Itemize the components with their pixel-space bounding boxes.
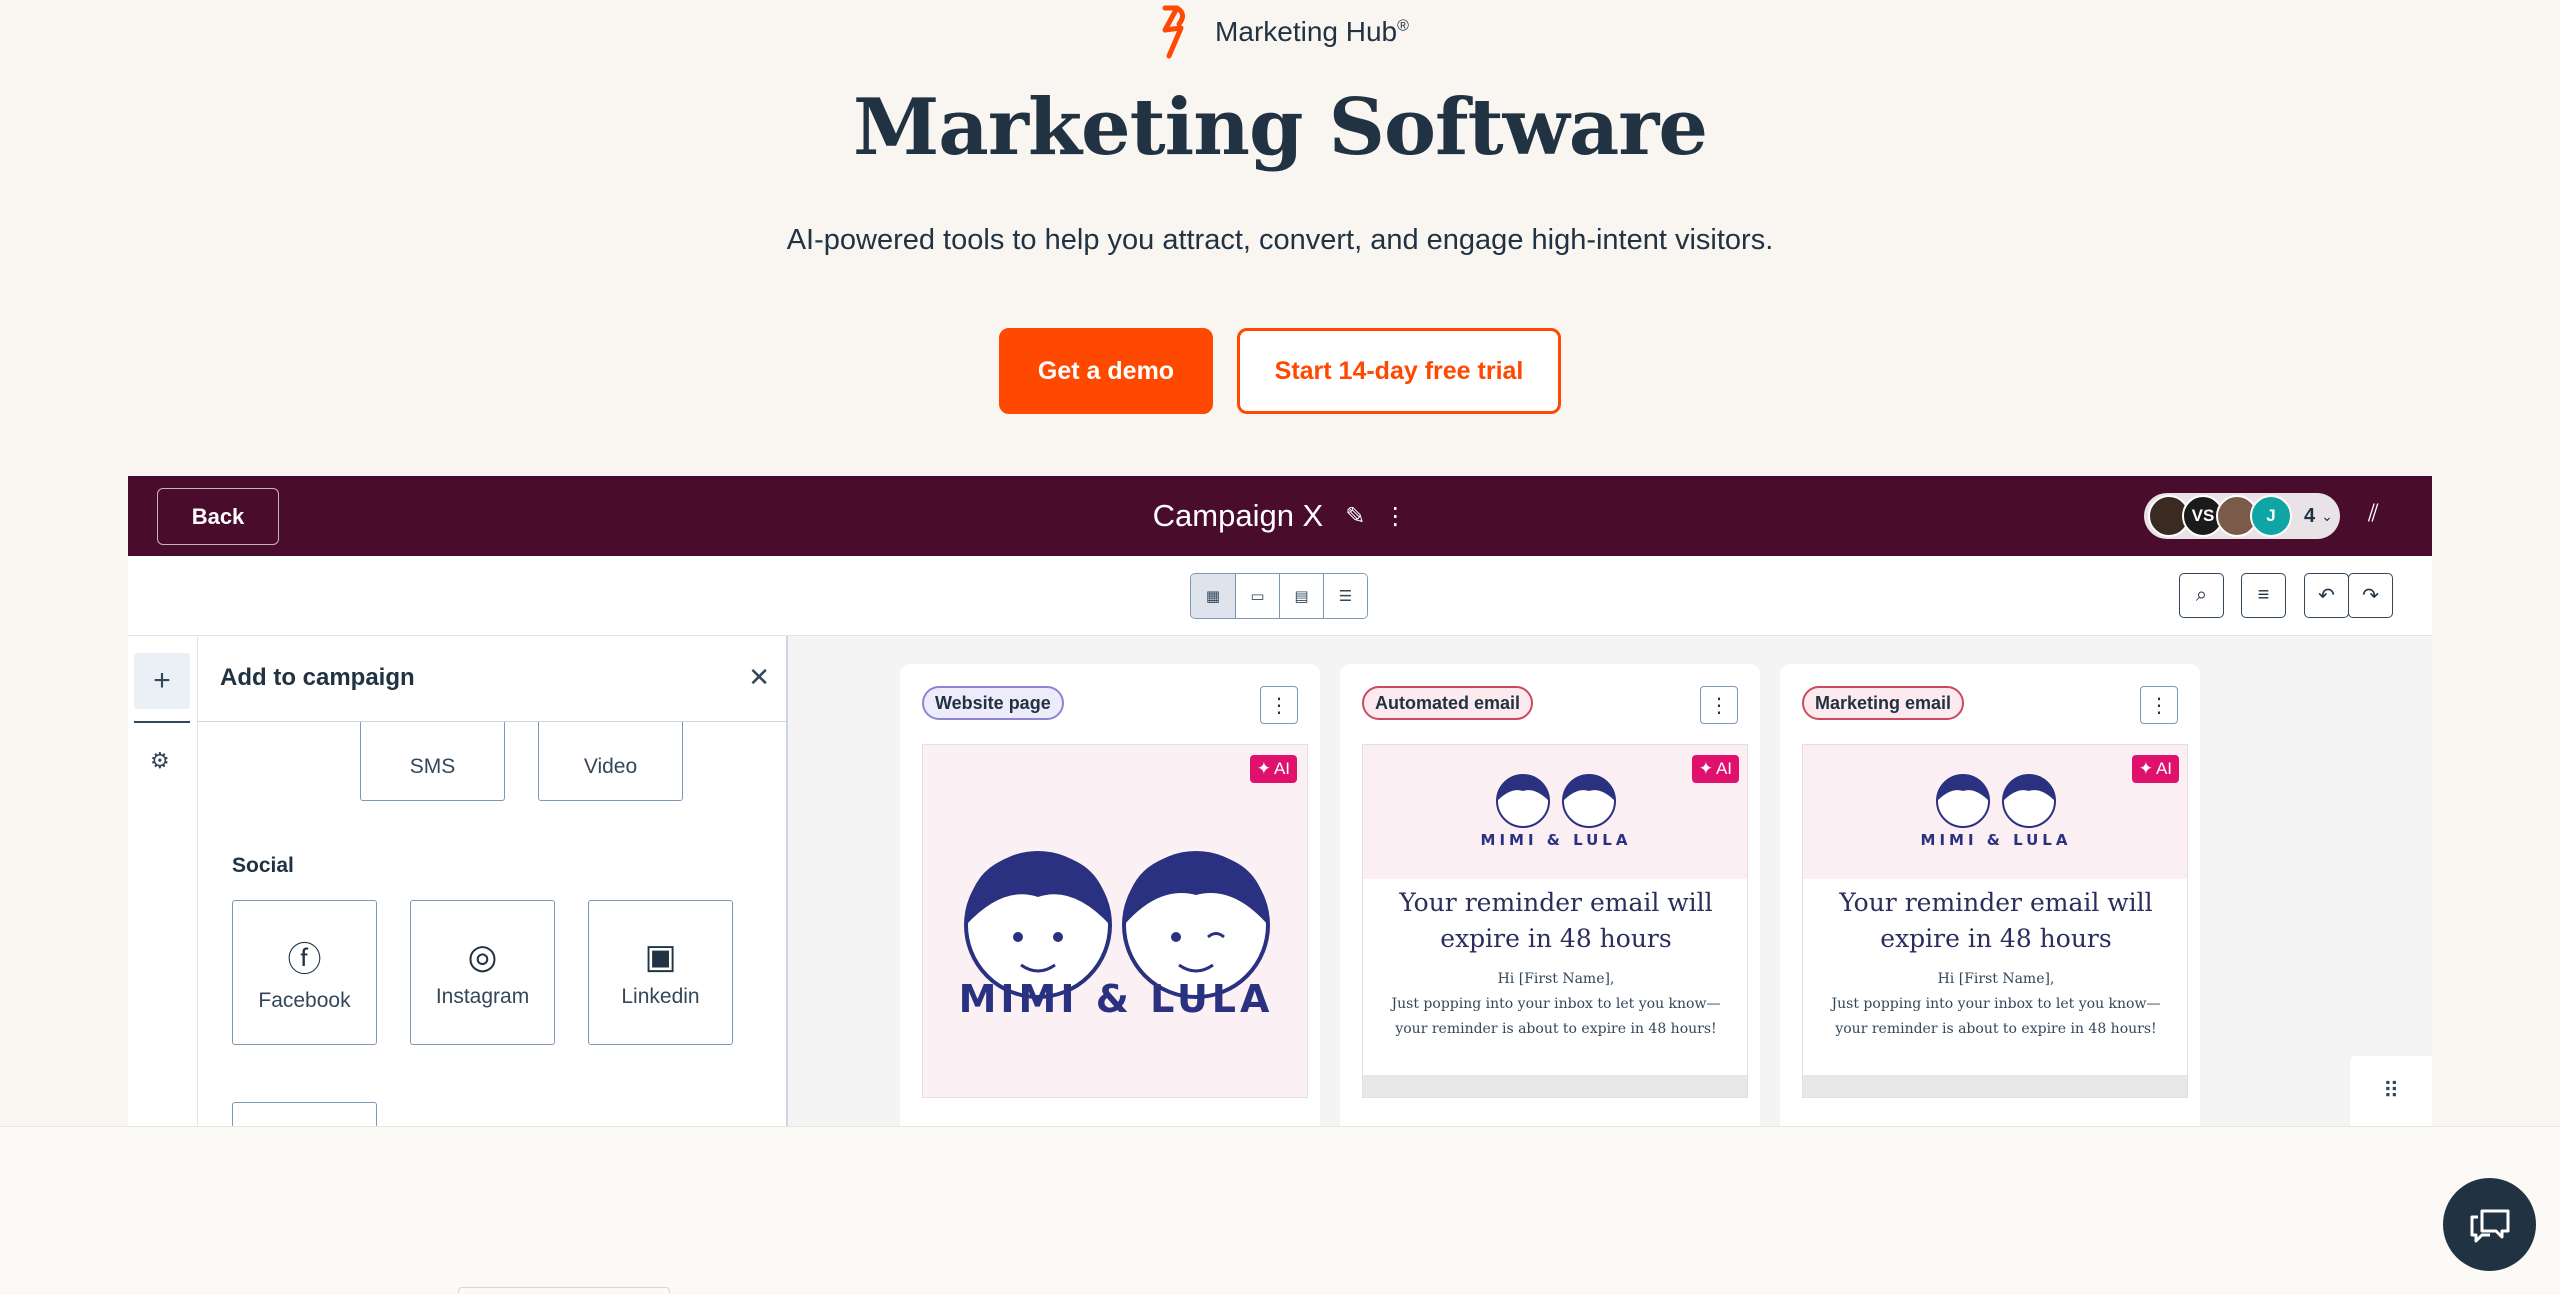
grid-view-icon[interactable]: ▦ (1191, 574, 1235, 618)
more-vertical-icon[interactable]: ⋮ (1700, 686, 1738, 724)
tile-label: Video (583, 755, 638, 778)
campaign-title: Campaign X (1152, 498, 1324, 533)
email-paragraph: Just popping into your inbox to let you … (1391, 996, 1721, 1037)
asset-thumbnail: MIMI & LULA ✦ AI (922, 744, 1308, 1098)
drag-handle-icon[interactable]: ⠿ (2350, 1056, 2432, 1126)
asset-thumbnail: MIMI & LULA ✦ AI Your reminder email will… (1362, 744, 1748, 1098)
email-header: MIMI & LULA ✦ AI (1363, 745, 1747, 879)
tile-facebook[interactable]: ⓕ Facebook (232, 900, 377, 1045)
ai-badge: ✦ AI (1249, 755, 1297, 783)
brand-header: Marketing Hub® (0, 0, 2560, 64)
email-heading: Your reminder email will expire in 48 ho… (1839, 888, 2153, 953)
asset-type-badge: Website page (922, 686, 1064, 720)
tile-label: SMS (409, 755, 456, 778)
filter-icon[interactable]: ≡ (2241, 573, 2286, 618)
tile-label: Facebook (258, 989, 351, 1012)
email-footer (1363, 1075, 1747, 1097)
toolbar: ▦ ▭ ▤ ☰ ⌕ ≡ ↶ ↷ (128, 556, 2432, 636)
panel-header: Add to campaign ✕ (198, 636, 786, 722)
email-heading: Your reminder email will expire in 48 ho… (1399, 888, 1713, 953)
asset-type-badge: Automated email (1362, 686, 1534, 720)
asset-card-website-page[interactable]: Website page ⋮ MIMI & LULA ✦ AI (900, 664, 1320, 1126)
chat-launcher-button[interactable] (2443, 1178, 2536, 1271)
next-section-tab (458, 1287, 670, 1293)
tile-more[interactable] (232, 1102, 377, 1126)
sparkle-icon: ✦ (1698, 759, 1713, 778)
campaign-title-bar: Campaign X ✎ ⋮ (128, 476, 2432, 556)
social-section-label: Social (232, 854, 294, 877)
sparkle-icon: ✦ (1256, 759, 1271, 778)
tile-label: Linkedin (621, 984, 700, 1008)
start-free-trial-button[interactable]: Start 14-day free trial (1237, 328, 1561, 414)
get-demo-button[interactable]: Get a demo (999, 328, 1213, 414)
back-button[interactable]: Back (157, 488, 279, 545)
collaborators-menu[interactable]: VS J 4 ⌄ (2144, 493, 2340, 539)
panel-title: Add to campaign (220, 664, 415, 691)
tile-linkedin[interactable]: ▣ Linkedin (588, 900, 733, 1045)
list-view-icon[interactable]: ☰ (1323, 574, 1367, 618)
email-greeting: Hi [First Name], (1497, 971, 1615, 987)
email-header: MIMI & LULA ✦ AI (1803, 745, 2187, 879)
calendar-view-icon[interactable]: ▭ (1235, 574, 1279, 618)
close-icon[interactable]: ✕ (748, 662, 770, 693)
brand-name: Marketing Hub® (1215, 16, 1409, 47)
brand-logo-text: MIMI & LULA (1480, 831, 1632, 849)
linkedin-icon: ▣ (644, 937, 677, 976)
email-paragraph: Just popping into your inbox to let you … (1831, 996, 2161, 1037)
asset-type-badge: Marketing email (1802, 686, 1965, 720)
pencil-icon[interactable]: ✎ (1345, 502, 1365, 531)
sparkle-icon: ✦ (2138, 759, 2153, 778)
email-body: Your reminder email will expire in 48 ho… (1803, 879, 2187, 1097)
view-switcher: ▦ ▭ ▤ ☰ (1190, 573, 1368, 619)
asset-card-marketing-email[interactable]: Marketing email ⋮ MIMI & LULA ✦ AI Your r… (1780, 664, 2200, 1126)
search-icon[interactable]: ⌕ (2179, 573, 2224, 618)
email-text: Hi [First Name], Just popping into your … (1363, 957, 1747, 1042)
instagram-icon: ◎ (467, 937, 498, 976)
more-vertical-icon[interactable]: ⋮ (1383, 502, 1407, 531)
more-vertical-icon[interactable]: ⋮ (1260, 686, 1298, 724)
campaign-app-preview: Campaign X ✎ ⋮ Back VS J 4 ⌄ ⫽ ▦ ▭ ▤ ☰ ⌕… (128, 476, 2432, 1126)
bottom-section (0, 1126, 2560, 1295)
app-header: Campaign X ✎ ⋮ Back VS J 4 ⌄ ⫽ (128, 476, 2432, 556)
page-subtitle: AI-powered tools to help you attract, co… (786, 224, 1774, 256)
more-vertical-icon[interactable]: ⋮ (2140, 686, 2178, 724)
asset-thumbnail: MIMI & LULA ✦ AI Your reminder email will… (1802, 744, 2188, 1098)
rail-divider (134, 721, 190, 723)
hubspot-sprocket-icon (1162, 5, 1186, 59)
collaborator-count: 4 (2304, 504, 2316, 527)
left-rail: + ⚙ (128, 636, 198, 1126)
add-to-campaign-panel: Add to campaign ✕ SMS Video Social ⓕ Fac… (198, 636, 788, 1126)
tile-instagram[interactable]: ◎ Instagram (410, 900, 555, 1045)
add-icon[interactable]: + (134, 653, 190, 709)
campaign-canvas: Website page ⋮ MIMI & LULA ✦ AI Automate… (788, 636, 2432, 1126)
undo-icon[interactable]: ↶ (2304, 573, 2349, 618)
chat-bubbles-icon (2470, 1209, 2509, 1242)
brand-logo-text: MIMI & LULA (958, 977, 1274, 1021)
ai-badge: ✦ AI (2131, 755, 2179, 783)
analytics-icon[interactable]: ⫽ (2368, 500, 2379, 528)
brand-logo-text: MIMI & LULA (1920, 831, 2072, 849)
email-body: Your reminder email will expire in 48 ho… (1363, 879, 1747, 1097)
table-view-icon[interactable]: ▤ (1279, 574, 1323, 618)
chevron-down-icon: ⌄ (2321, 507, 2333, 524)
redo-icon[interactable]: ↷ (2348, 573, 2393, 618)
tile-label: Instagram (435, 984, 530, 1008)
email-text: Hi [First Name], Just popping into your … (1803, 957, 2187, 1042)
ai-badge: ✦ AI (1691, 755, 1739, 783)
avatar: J (2250, 495, 2292, 537)
facebook-icon: ⓕ (287, 941, 322, 979)
email-greeting: Hi [First Name], (1937, 971, 2055, 987)
page-title: Marketing Software (852, 82, 1708, 173)
gear-icon[interactable]: ⚙ (150, 748, 170, 774)
asset-card-automated-email[interactable]: Automated email ⋮ MIMI & LULA ✦ AI Your r… (1340, 664, 1760, 1126)
email-footer (1803, 1075, 2187, 1097)
